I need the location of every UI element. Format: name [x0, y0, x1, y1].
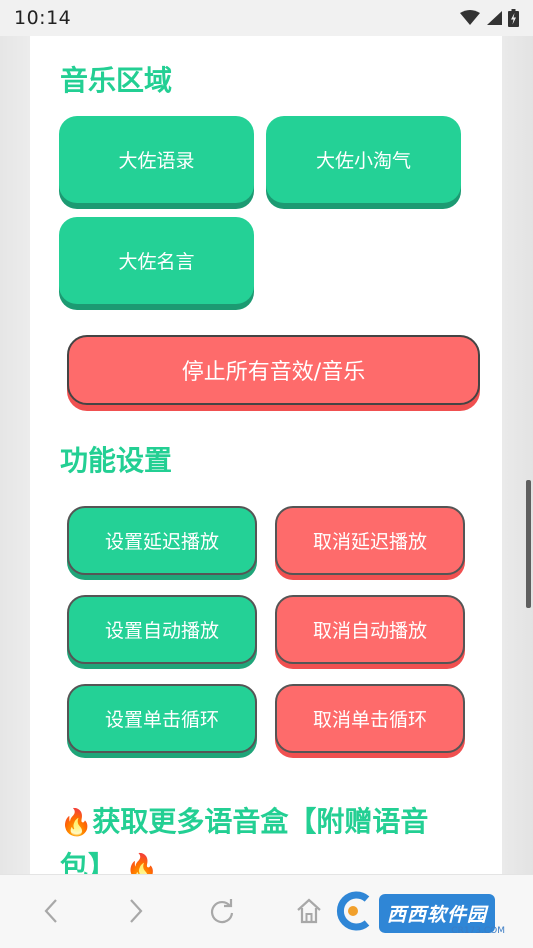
forward-button[interactable] [118, 895, 154, 931]
status-icons [460, 9, 519, 27]
home-button[interactable] [291, 895, 327, 931]
stop-all-sounds-button[interactable]: 停止所有音效/音乐 [67, 335, 480, 405]
refresh-button[interactable] [204, 895, 240, 931]
cancel-click-loop-button[interactable]: 取消单击循环 [275, 684, 465, 753]
set-click-loop-button[interactable]: 设置单击循环 [67, 684, 257, 753]
music-section-title: 音乐区域 [60, 64, 173, 97]
more-voice-box-text: 获取更多语音盒【附赠语音包】 [60, 805, 429, 874]
music-button-quotes[interactable]: 大佐语录 [59, 116, 254, 203]
browser-bottom-nav: 西西软件园 CR173.COM [0, 874, 533, 948]
music-button-famous-sayings[interactable]: 大佐名言 [59, 217, 254, 304]
refresh-icon [208, 897, 236, 929]
back-button[interactable] [33, 895, 69, 931]
battery-charging-icon [508, 9, 519, 27]
page-gutter-right [502, 36, 533, 874]
set-auto-play-button[interactable]: 设置自动播放 [67, 595, 257, 664]
fire-icon: 🔥 [125, 853, 159, 874]
status-bar: 10:14 [0, 0, 533, 36]
watermark-site: CR173.COM [451, 926, 505, 936]
watermark-c-logo [333, 889, 373, 937]
chevron-left-icon [42, 898, 60, 928]
page-gutter-left [0, 36, 30, 874]
set-delay-play-button[interactable]: 设置延迟播放 [67, 506, 257, 575]
content-panel: 音乐区域 大佐语录 大佐小淘气 大佐名言 停止所有音效/音乐 功能设置 设置延迟… [30, 36, 502, 874]
wifi-icon [460, 10, 480, 26]
signal-icon [486, 10, 502, 26]
chevron-right-icon [127, 898, 145, 928]
cancel-auto-play-button[interactable]: 取消自动播放 [275, 595, 465, 664]
fire-icon: 🔥 [60, 808, 93, 838]
cancel-delay-play-button[interactable]: 取消延迟播放 [275, 506, 465, 575]
home-icon [295, 897, 323, 929]
settings-section-title: 功能设置 [60, 444, 173, 477]
site-watermark: 西西软件园 CR173.COM [333, 887, 519, 939]
scrollbar-thumb[interactable] [526, 480, 531, 608]
status-time: 10:14 [14, 7, 72, 29]
more-voice-box-link[interactable]: 🔥获取更多语音盒【附赠语音包】 🔥 [60, 800, 470, 874]
music-button-naughty[interactable]: 大佐小淘气 [266, 116, 461, 203]
